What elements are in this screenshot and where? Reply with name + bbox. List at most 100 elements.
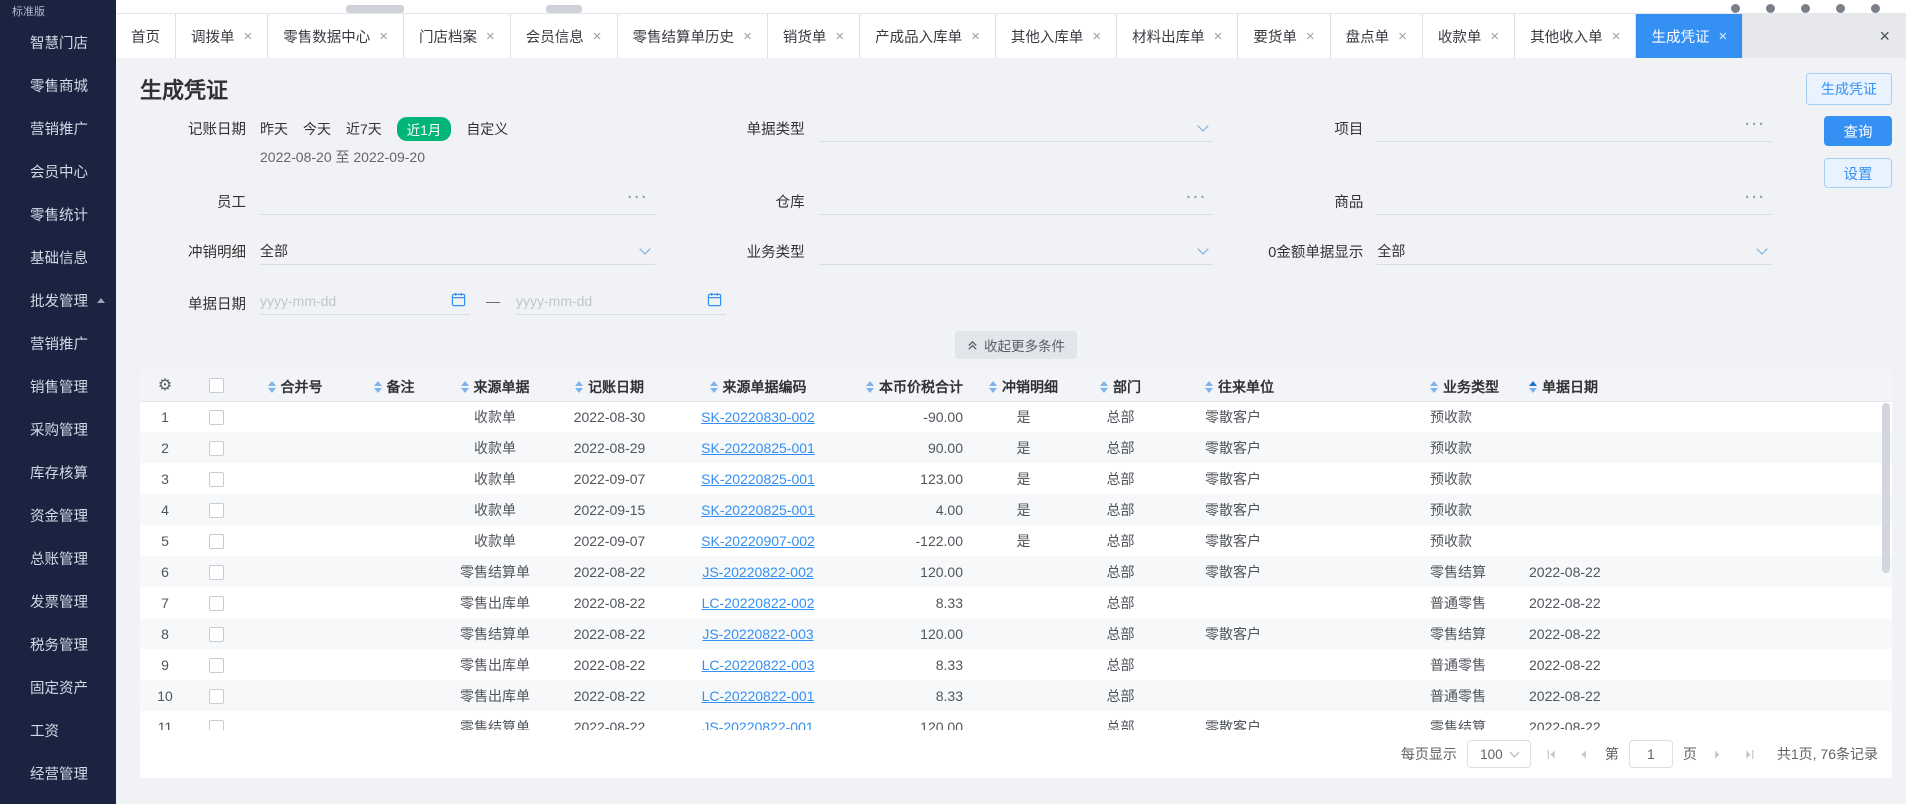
ellipsis-icon[interactable]: ··· [1745,189,1766,206]
first-page-button[interactable] [1541,743,1563,765]
col-header-remark[interactable]: 备注 [348,369,440,402]
generate-voucher-button[interactable]: 生成凭证 [1806,73,1892,105]
per-page-select[interactable]: 100 [1466,740,1531,768]
page-number-input[interactable] [1628,740,1673,768]
tab[interactable]: 会员信息 × [510,14,618,58]
tab-close-icon[interactable]: × [486,29,495,44]
col-header-merge-no[interactable]: 合并号 [242,369,348,402]
tab-close-icon[interactable]: × [1490,29,1499,44]
toolbar-icon-1[interactable] [1731,4,1740,13]
source-code-link[interactable]: JS-20220822-002 [702,564,813,580]
source-code-link[interactable]: JS-20220822-001 [702,719,813,731]
sidebar-item[interactable]: 工资 [0,709,116,752]
row-checkbox[interactable] [208,626,224,642]
tab-close-icon[interactable]: × [743,29,752,44]
tab-close-icon[interactable]: × [1612,29,1621,44]
tab-close-icon[interactable]: × [593,29,602,44]
sidebar-item[interactable]: 会员中心 [0,150,116,193]
sidebar-item[interactable]: 经营管理 [0,752,116,795]
row-checkbox[interactable] [208,564,224,580]
sidebar-item[interactable]: 采购管理 [0,408,116,451]
quick-option-7days[interactable]: 近7天 [346,119,382,139]
row-checkbox[interactable] [208,533,224,549]
tab-close-icon[interactable]: × [1214,29,1223,44]
sidebar-item[interactable]: 营销推广 [0,107,116,150]
tab[interactable]: 其他入库单 × [995,14,1118,58]
last-page-button[interactable] [1739,743,1761,765]
tab[interactable]: 其他收入单 × [1515,14,1637,58]
doc-date-end-input[interactable] [516,292,676,309]
col-header-doc-date[interactable]: 单据日期 [1515,369,1892,402]
ellipsis-icon[interactable]: ··· [1186,189,1207,206]
row-checkbox[interactable] [208,595,224,611]
row-checkbox[interactable] [208,688,224,704]
sidebar-item[interactable]: 营销推广 [0,322,116,365]
col-header-source-type[interactable]: 来源单据 [440,369,550,402]
sidebar-item[interactable]: 基础信息 [0,236,116,279]
tab[interactable]: 生成凭证 × [1636,14,1744,58]
toolbar-icon-5[interactable] [1871,4,1880,13]
tab[interactable]: 调拨单 × [176,14,269,58]
sidebar-item[interactable]: 发票管理 [0,580,116,623]
collapse-more-conditions-button[interactable]: 收起更多条件 [955,331,1077,359]
sidebar-item[interactable]: 资金管理 [0,494,116,537]
row-checkbox[interactable] [208,719,224,730]
col-header-biz-type[interactable]: 业务类型 [1418,369,1515,402]
tab-close-icon[interactable]: × [1092,29,1101,44]
row-checkbox[interactable] [208,502,224,518]
tab[interactable]: 收款单 × [1422,14,1516,58]
tab-close-icon[interactable]: × [1718,29,1727,44]
row-checkbox[interactable] [208,657,224,673]
source-code-link[interactable]: SK-20220825-001 [701,471,815,487]
goods-picker[interactable]: ··· [1377,187,1772,215]
tab[interactable]: 盘点单 × [1330,14,1423,58]
sidebar-item[interactable]: 总账管理 [0,537,116,580]
ellipsis-icon[interactable]: ··· [1745,116,1766,133]
sidebar-item[interactable]: 零售统计 [0,193,116,236]
col-header-amount[interactable]: 本币价税合计 [847,369,981,402]
tab[interactable]: 零售结算单历史 × [617,14,768,58]
ellipsis-icon[interactable]: ··· [628,189,649,206]
sidebar-item[interactable]: 批发管理 [0,279,116,322]
sidebar-item[interactable]: 固定资产 [0,666,116,709]
source-code-link[interactable]: SK-20220825-001 [701,502,815,518]
prev-page-button[interactable] [1573,743,1595,765]
col-header-source-code[interactable]: 来源单据编码 [669,369,847,402]
tab[interactable]: 产成品入库单 × [860,14,996,58]
tab-close-icon[interactable]: × [1306,29,1315,44]
writeoff-detail-select[interactable]: 全部 [260,237,655,265]
search-button[interactable]: 查询 [1824,116,1892,146]
next-page-button[interactable] [1707,743,1729,765]
calendar-icon[interactable] [707,292,722,310]
toolbar-icon-3[interactable] [1801,4,1810,13]
tab-close-icon[interactable]: × [971,29,980,44]
project-picker[interactable]: ··· [1377,114,1772,142]
col-header-writeoff[interactable]: 冲销明细 [981,369,1066,402]
col-header-book-date[interactable]: 记账日期 [550,369,669,402]
toolbar-icon-4[interactable] [1836,4,1845,13]
tab-close-icon[interactable]: × [1398,29,1407,44]
sidebar-item[interactable]: 零售商城 [0,64,116,107]
tab[interactable]: 门店档案 × [404,14,511,58]
tab-close-icon[interactable]: × [379,29,388,44]
close-all-tabs-button[interactable]: × [1863,14,1906,58]
tab[interactable]: 首页 [116,14,176,58]
employee-picker[interactable]: ··· [260,187,655,215]
tab[interactable]: 零售数据中心 × [268,14,405,58]
warehouse-picker[interactable]: ··· [818,187,1214,215]
source-code-link[interactable]: LC-20220822-003 [702,657,815,673]
sidebar-item[interactable]: 智慧门店 [0,21,116,64]
quick-option-yesterday[interactable]: 昨天 [260,119,288,139]
col-header-dept[interactable]: 部门 [1066,369,1175,402]
source-code-link[interactable]: SK-20220907-002 [701,533,815,549]
quick-option-1month-selected[interactable]: 近1月 [396,117,452,141]
sidebar-item[interactable]: 库存核算 [0,451,116,494]
source-code-link[interactable]: JS-20220822-003 [702,626,813,642]
doc-type-select[interactable] [818,114,1214,142]
source-code-link[interactable]: LC-20220822-001 [702,688,815,704]
source-code-link[interactable]: LC-20220822-002 [702,595,815,611]
calendar-icon[interactable] [451,292,466,310]
tab-close-icon[interactable]: × [244,29,253,44]
source-code-link[interactable]: SK-20220830-002 [701,409,815,425]
tab[interactable]: 销货单 × [767,14,861,58]
